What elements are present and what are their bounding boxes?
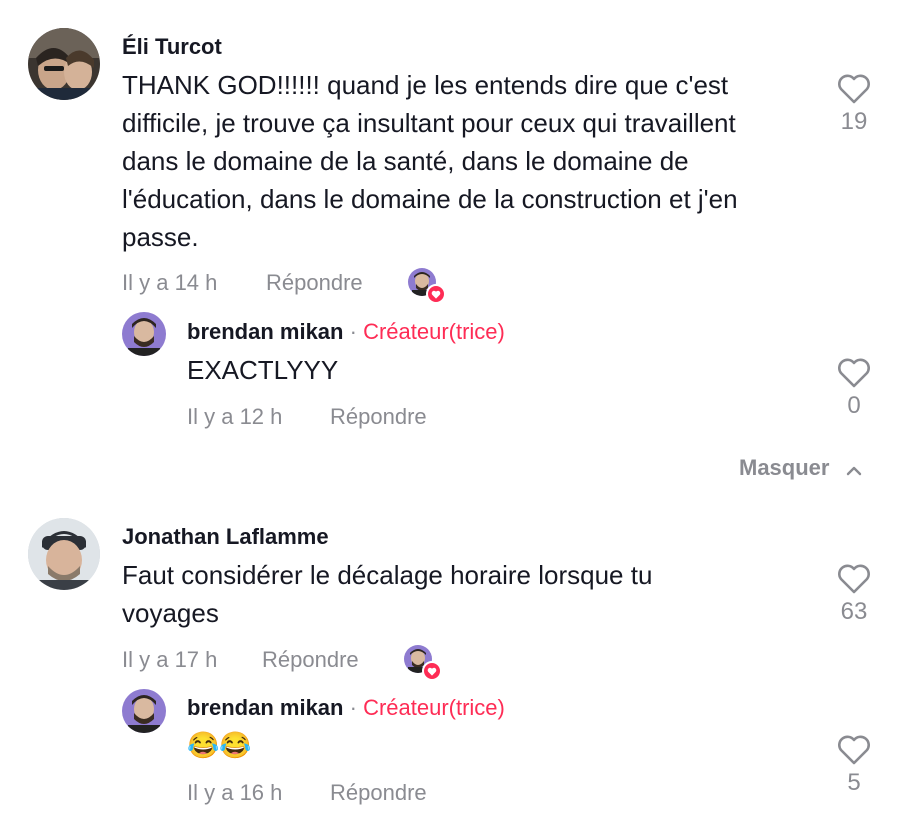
comment-text: THANK GOD!!!!!! quand je les entends dir… bbox=[122, 70, 738, 252]
like-count: 63 bbox=[840, 598, 868, 625]
reply-button[interactable]: Répondre bbox=[330, 780, 427, 806]
comment-author[interactable]: Jonathan Laflamme bbox=[122, 524, 329, 550]
like-count: 5 bbox=[847, 769, 861, 796]
separator: · bbox=[349, 319, 357, 344]
avatar-jonathan-laflamme[interactable] bbox=[28, 518, 100, 590]
heart-icon[interactable] bbox=[834, 74, 874, 104]
heart-icon[interactable] bbox=[834, 358, 874, 388]
reply-author-line: brendan mikan · Créateur(trice) bbox=[187, 319, 505, 345]
like-area: 5 bbox=[834, 735, 874, 797]
avatar-eli-turcot[interactable] bbox=[28, 28, 100, 100]
chevron-up-icon bbox=[846, 456, 862, 482]
reply-time: Il y a 12 h bbox=[187, 404, 283, 429]
reply-button[interactable]: Répondre bbox=[262, 647, 359, 673]
heart-badge-icon bbox=[426, 284, 446, 304]
reply-button[interactable]: Répondre bbox=[330, 404, 427, 430]
comment-text: Faut considérer le décalage horaire lors… bbox=[122, 560, 653, 628]
creator-badge: Créateur(trice) bbox=[363, 695, 505, 720]
reply-button[interactable]: Répondre bbox=[266, 270, 363, 296]
comment-author[interactable]: Éli Turcot bbox=[122, 34, 222, 60]
like-count: 0 bbox=[847, 392, 861, 419]
reply-time: Il y a 16 h bbox=[187, 780, 283, 805]
heart-badge-icon bbox=[422, 661, 442, 681]
reply-author-line: brendan mikan · Créateur(trice) bbox=[187, 695, 505, 721]
reply-text: 😂😂 bbox=[187, 730, 252, 760]
creator-liked-badge bbox=[404, 645, 442, 681]
heart-icon[interactable] bbox=[834, 735, 874, 765]
comment-time: Il y a 14 h bbox=[122, 270, 218, 295]
like-area: 19 bbox=[834, 74, 874, 136]
like-count: 19 bbox=[840, 108, 868, 135]
comment-time: Il y a 17 h bbox=[122, 647, 218, 672]
reply-author[interactable]: brendan mikan bbox=[187, 695, 343, 720]
avatar-brendan-mikan[interactable] bbox=[122, 689, 166, 733]
heart-icon[interactable] bbox=[834, 564, 874, 594]
avatar-brendan-mikan[interactable] bbox=[122, 312, 166, 356]
like-area: 63 bbox=[834, 564, 874, 626]
separator: · bbox=[349, 695, 357, 720]
like-area: 0 bbox=[834, 358, 874, 420]
creator-badge: Créateur(trice) bbox=[363, 319, 505, 344]
hide-replies-button[interactable]: Masquer bbox=[739, 455, 862, 482]
hide-replies-label: Masquer bbox=[739, 455, 830, 480]
reply-author[interactable]: brendan mikan bbox=[187, 319, 343, 344]
reply-text: EXACTLYYY bbox=[187, 355, 339, 385]
creator-liked-badge bbox=[408, 268, 446, 304]
